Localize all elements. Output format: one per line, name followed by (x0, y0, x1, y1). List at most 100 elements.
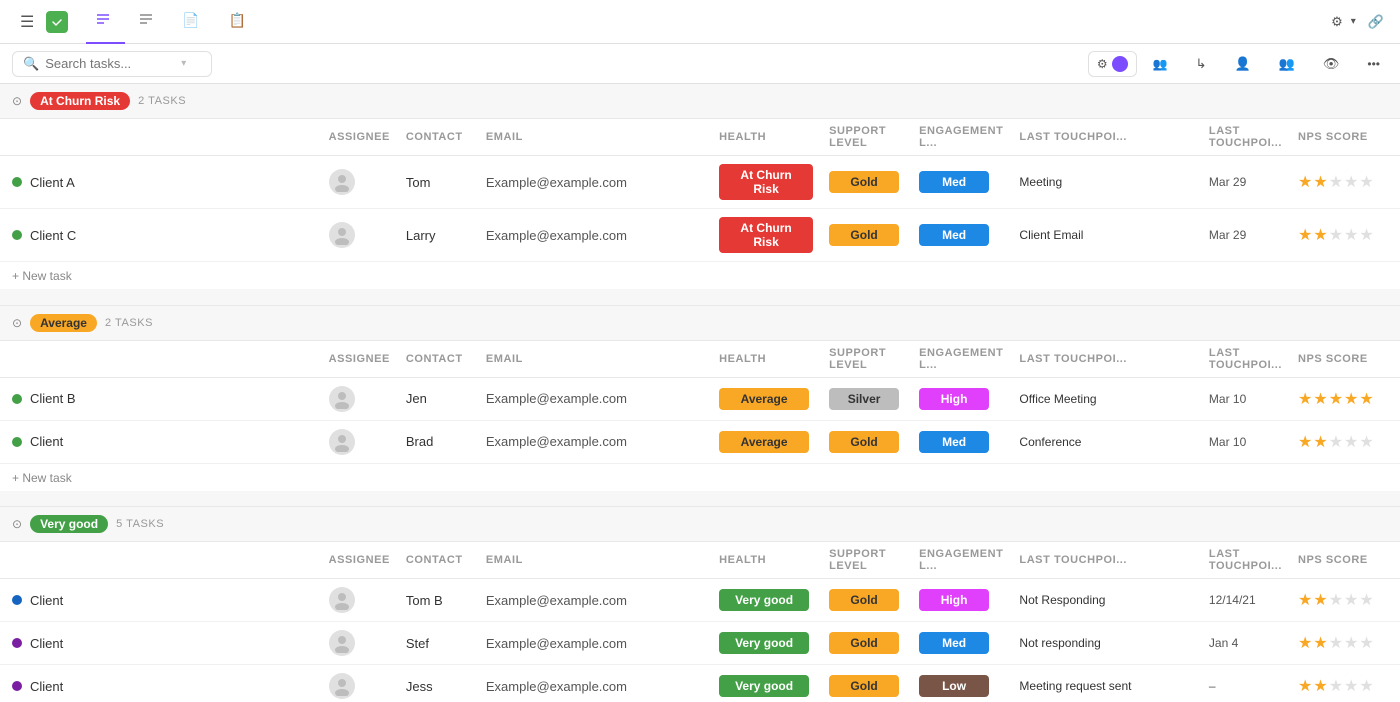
star-filled: ★ (1313, 633, 1327, 653)
engagement-badge: Med (919, 171, 989, 193)
support-cell: Silver (821, 377, 911, 420)
star-empty: ★ (1329, 225, 1343, 245)
health-cell: Average (711, 377, 821, 420)
table-row[interactable]: Client Jess Example@example.com Very goo… (0, 665, 1400, 702)
col-touchpoint2: LAST TOUCHPOI... (1201, 340, 1290, 377)
support-badge: Gold (829, 632, 899, 654)
support-cell: Gold (821, 622, 911, 665)
avatar (329, 630, 355, 656)
nps-stars: ★★★★★ (1298, 225, 1392, 245)
subtasks-button[interactable]: ↳ (1188, 52, 1219, 76)
tab-engagement[interactable] (86, 0, 125, 44)
share-button[interactable]: 🔗 (1368, 14, 1388, 30)
hamburger-icon[interactable]: ☰ (12, 8, 42, 36)
task-dot (12, 177, 22, 187)
task-name-text: Client B (30, 391, 76, 406)
star-empty: ★ (1329, 590, 1343, 610)
table-row[interactable]: Client B Jen Example@example.com Average… (0, 377, 1400, 420)
filter-badge (1112, 56, 1128, 72)
task-name-cell: Client (0, 622, 321, 665)
table-area: ⊙ At Churn Risk 2 TASKS ASSIGNEE CONTACT… (0, 84, 1400, 702)
table-row[interactable]: Client Stef Example@example.com Very goo… (0, 622, 1400, 665)
contact-cell: Larry (398, 209, 478, 262)
me-button[interactable]: 👤 (1227, 52, 1263, 76)
tab-feedback[interactable]: 📋 (219, 0, 261, 44)
group-spacer (0, 491, 1400, 507)
task-name-text: Client (30, 593, 63, 608)
toolbar-right: ⚙ 👥 ↳ 👤 👥 👁 ••• (1088, 51, 1388, 77)
health-badge: At Churn Risk (719, 164, 813, 200)
touchpoint-cell: Not Responding (1011, 579, 1201, 622)
contact-cell: Brad (398, 420, 478, 463)
table-row[interactable]: Client C Larry Example@example.com At Ch… (0, 209, 1400, 262)
contact-cell: Tom (398, 156, 478, 209)
col-header-average: ASSIGNEE CONTACT EMAIL HEALTH SUPPORT LE… (0, 340, 1400, 377)
more-icon: ••• (1367, 57, 1380, 71)
task-name-cell: Client (0, 420, 321, 463)
engagement-cell: Med (911, 209, 1011, 262)
task-name-cell: Client B (0, 377, 321, 420)
main-table: ⊙ At Churn Risk 2 TASKS ASSIGNEE CONTACT… (0, 84, 1400, 702)
task-name-text: Client (30, 679, 63, 694)
email-cell: Example@example.com (478, 377, 711, 420)
star-filled: ★ (1298, 590, 1312, 610)
group-header-average: ⊙ Average 2 TASKS (0, 305, 1400, 340)
health-cell: Very good (711, 622, 821, 665)
engagement-badge: Med (919, 632, 989, 654)
email-cell: Example@example.com (478, 579, 711, 622)
more-button[interactable]: ••• (1359, 53, 1388, 75)
search-input[interactable] (45, 56, 175, 71)
tab-add-view[interactable] (265, 0, 285, 44)
table-row[interactable]: Client Brad Example@example.com Average … (0, 420, 1400, 463)
col-assignee: ASSIGNEE (321, 340, 398, 377)
engagement-cell: Low (911, 665, 1011, 702)
group-toggle-verygood[interactable]: ⊙ (12, 517, 22, 531)
task-name-cell: Client (0, 665, 321, 702)
group-task-count-churn: 2 TASKS (138, 95, 186, 107)
star-empty: ★ (1344, 676, 1358, 696)
col-assignee: ASSIGNEE (321, 542, 398, 579)
engagement-cell: Med (911, 420, 1011, 463)
nps-cell: ★★★★★ (1290, 156, 1400, 209)
nps-cell: ★★★★★ (1290, 622, 1400, 665)
top-nav: ☰ 📄 📋 ⚙ ▾ 🔗 (0, 0, 1400, 44)
touchpoint-date-cell: Mar 29 (1201, 156, 1290, 209)
touchpoint-cell: Client Email (1011, 209, 1201, 262)
touchpoint-date-cell: Mar 10 (1201, 377, 1290, 420)
avatar (329, 587, 355, 613)
col-email: EMAIL (478, 340, 711, 377)
table-row[interactable]: Client Tom B Example@example.com Very go… (0, 579, 1400, 622)
nps-cell: ★★★★★ (1290, 420, 1400, 463)
new-task-button[interactable]: + New task (12, 471, 72, 485)
col-email: EMAIL (478, 119, 711, 156)
new-task-button[interactable]: + New task (12, 269, 72, 283)
group-toggle-average[interactable]: ⊙ (12, 316, 22, 330)
col-touchpoint1: LAST TOUCHPOI... (1011, 340, 1201, 377)
email-cell: Example@example.com (478, 209, 711, 262)
search-box[interactable]: 🔍 ▾ (12, 51, 212, 77)
automate-button[interactable]: ⚙ ▾ (1331, 14, 1356, 30)
tab-renewal[interactable] (129, 0, 168, 44)
col-touchpoint1: LAST TOUCHPOI... (1011, 119, 1201, 156)
task-name-cell: Client (0, 579, 321, 622)
assignee-cell (321, 209, 398, 262)
col-engagement: ENGAGEMENT L... (911, 119, 1011, 156)
assignee-cell (321, 377, 398, 420)
star-empty: ★ (1329, 432, 1343, 452)
touchpoint-date-cell: – (1201, 665, 1290, 702)
table-row[interactable]: Client A Tom Example@example.com At Chur… (0, 156, 1400, 209)
nps-stars: ★★★★★ (1298, 590, 1392, 610)
group-icon: 👥 (1153, 57, 1168, 71)
col-support: SUPPORT LEVEL (821, 119, 911, 156)
star-empty: ★ (1359, 432, 1373, 452)
email-cell: Example@example.com (478, 665, 711, 702)
group-by-button[interactable]: 👥 (1145, 53, 1180, 75)
group-toggle-churn[interactable]: ⊙ (12, 94, 22, 108)
filter-button[interactable]: ⚙ (1088, 51, 1137, 77)
avatar (329, 673, 355, 699)
nps-stars: ★★★★★ (1298, 432, 1392, 452)
group-task-count-average: 2 TASKS (105, 317, 153, 329)
tab-playbook[interactable]: 📄 (172, 0, 214, 44)
show-button[interactable]: 👁 (1315, 52, 1352, 76)
assignees-button[interactable]: 👥 (1271, 52, 1307, 76)
